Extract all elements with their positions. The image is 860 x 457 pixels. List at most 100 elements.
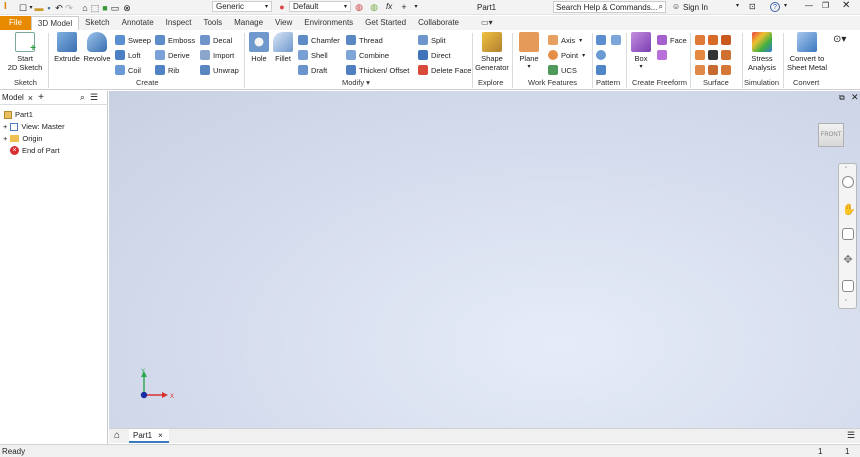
tab-manage[interactable]: Manage bbox=[228, 16, 269, 30]
zoom-icon[interactable] bbox=[842, 228, 854, 240]
ucs-button[interactable]: UCS bbox=[548, 63, 577, 77]
shape-generator-button[interactable]: Shape Generator bbox=[474, 32, 510, 72]
sweep-button[interactable]: Sweep bbox=[115, 33, 151, 47]
tab-sketch[interactable]: Sketch bbox=[79, 16, 115, 30]
help-search-box[interactable]: Search Help & Commands... ⌕ bbox=[553, 1, 666, 13]
app-logo[interactable]: I bbox=[4, 1, 7, 12]
repair-icon[interactable] bbox=[721, 65, 731, 75]
clear-appearance-icon[interactable]: ◍ bbox=[354, 2, 364, 12]
tree-item-end-of-part[interactable]: × End of Part bbox=[10, 145, 60, 156]
home-icon[interactable]: ⌂ bbox=[80, 3, 90, 13]
tab-get-started[interactable]: Get Started bbox=[359, 16, 412, 30]
unwrap-button[interactable]: Unwrap bbox=[200, 63, 239, 77]
rib-button[interactable]: Rib bbox=[155, 63, 179, 77]
circular-pattern-button[interactable] bbox=[596, 48, 609, 62]
sign-in-button[interactable]: Sign In bbox=[683, 3, 708, 12]
tab-annotate[interactable]: Annotate bbox=[116, 16, 160, 30]
pan-icon[interactable]: ✋ bbox=[842, 204, 856, 216]
redo-icon[interactable]: ↷ bbox=[64, 3, 74, 13]
customize-icon[interactable]: ▾ bbox=[411, 2, 421, 12]
emboss-button[interactable]: Emboss bbox=[155, 33, 195, 47]
decal-button[interactable]: Decal bbox=[200, 33, 232, 47]
viewcube[interactable]: FRONT bbox=[818, 123, 844, 147]
ribbon-options-icon[interactable]: ▭▾ bbox=[465, 16, 499, 30]
undo-icon[interactable]: ↶ bbox=[54, 3, 64, 13]
add-icon[interactable]: + bbox=[399, 2, 409, 12]
close-icon[interactable]: × bbox=[28, 93, 33, 103]
help-chevron-icon[interactable]: ▾ bbox=[784, 2, 787, 9]
minimize-icon[interactable]: — bbox=[805, 1, 813, 10]
axis-button[interactable]: Axis ▾ bbox=[548, 33, 582, 47]
loft-button[interactable]: Loft bbox=[115, 48, 141, 62]
hole-button[interactable]: Hole bbox=[248, 32, 270, 63]
combine-button[interactable]: Combine bbox=[346, 48, 389, 62]
revolve-button[interactable]: Revolve bbox=[82, 32, 112, 63]
shell-button[interactable]: Shell bbox=[298, 48, 328, 62]
menu-icon[interactable]: ☰ bbox=[90, 92, 98, 103]
cart-icon[interactable]: ⊡ bbox=[749, 2, 756, 11]
trim-icon[interactable] bbox=[708, 50, 718, 60]
extrude-button[interactable]: Extrude bbox=[53, 32, 81, 63]
stress-analysis-button[interactable]: Stress Analysis bbox=[745, 32, 779, 72]
tab-file[interactable]: File bbox=[0, 16, 31, 30]
sculpt-icon[interactable] bbox=[695, 50, 705, 60]
sign-in-chevron-icon[interactable]: ▾ bbox=[736, 2, 739, 9]
tab-tools[interactable]: Tools bbox=[197, 16, 228, 30]
parameters-icon[interactable]: fx bbox=[386, 2, 392, 11]
import-button[interactable]: Import bbox=[200, 48, 234, 62]
group-modify-label[interactable]: Modify ▾ bbox=[342, 78, 370, 87]
home-icon[interactable]: ⌂ bbox=[114, 430, 120, 441]
tab-view[interactable]: View bbox=[269, 16, 298, 30]
steering-wheel-icon[interactable] bbox=[842, 176, 854, 188]
expand-icon[interactable]: + bbox=[3, 134, 7, 143]
graphics-window[interactable]: ⧉ ✕ FRONT ◦ ✋ ✥ ◦ Y X bbox=[109, 91, 860, 428]
stitch-icon[interactable] bbox=[695, 35, 705, 45]
save-icon[interactable]: ▪ bbox=[44, 3, 54, 13]
material-dropdown[interactable]: Generic ▾ bbox=[212, 1, 272, 12]
close-window-icon[interactable]: ✕ bbox=[851, 92, 859, 103]
tab-collaborate[interactable]: Collaborate bbox=[412, 16, 465, 30]
print-icon[interactable]: ▭ bbox=[110, 3, 120, 13]
tree-item-part[interactable]: Part1 bbox=[4, 109, 33, 120]
add-tab-icon[interactable]: + bbox=[38, 92, 44, 103]
chamfer-button[interactable]: Chamfer bbox=[298, 33, 340, 47]
freeform-box-button[interactable]: Box ▾ bbox=[630, 32, 652, 72]
restore-window-icon[interactable]: ⧉ bbox=[839, 93, 845, 103]
derive-button[interactable]: Derive bbox=[155, 48, 190, 62]
split-button[interactable]: Split bbox=[418, 33, 446, 47]
fillet-button[interactable]: Fillet bbox=[272, 32, 294, 63]
tab-environments[interactable]: Environments bbox=[298, 16, 359, 30]
plane-button[interactable]: Plane ▾ bbox=[516, 32, 542, 72]
search-icon[interactable]: ⌕ bbox=[80, 92, 85, 103]
orbit-icon[interactable]: ✥ bbox=[842, 254, 854, 266]
select-icon[interactable]: ⬚ bbox=[90, 3, 100, 13]
adjust-icon[interactable]: ◍ bbox=[369, 2, 379, 12]
help-button[interactable]: ? bbox=[770, 2, 780, 12]
sketch-pattern-button[interactable] bbox=[596, 63, 609, 77]
open-folder-icon[interactable]: ▬ bbox=[34, 3, 44, 13]
ruled-surface-icon[interactable] bbox=[721, 35, 731, 45]
start-2d-sketch-button[interactable]: + Start 2D Sketch bbox=[6, 32, 44, 72]
new-file-icon[interactable]: ☐ bbox=[18, 3, 28, 13]
thicken-offset-button[interactable]: Thicken/ Offset bbox=[346, 63, 409, 77]
tab-inspect[interactable]: Inspect bbox=[160, 16, 198, 30]
freeform-face-button[interactable]: Face bbox=[657, 33, 687, 47]
convert-to-sheet-metal-button[interactable]: Convert to Sheet Metal bbox=[786, 32, 828, 72]
user-icon[interactable]: ☺ bbox=[672, 2, 680, 11]
draft-button[interactable]: Draft bbox=[298, 63, 327, 77]
coil-button[interactable]: Coil bbox=[115, 63, 141, 77]
navbar-menu-icon[interactable]: ◦ bbox=[845, 298, 847, 304]
update-icon[interactable]: ■ bbox=[100, 3, 110, 13]
document-tab-part1[interactable]: Part1 × bbox=[129, 429, 169, 443]
delete-face-button[interactable]: Delete Face bbox=[418, 63, 471, 77]
tree-item-origin[interactable]: + Origin bbox=[3, 133, 42, 144]
expand-icon[interactable]: + bbox=[3, 122, 7, 131]
rectangular-pattern-button[interactable] bbox=[596, 33, 624, 47]
extend-icon[interactable] bbox=[721, 50, 731, 60]
look-at-icon[interactable] bbox=[842, 280, 854, 292]
mirror-icon[interactable] bbox=[611, 35, 621, 45]
replace-face-icon[interactable] bbox=[708, 65, 718, 75]
restore-icon[interactable]: ❐ bbox=[822, 1, 829, 10]
appearance-dropdown[interactable]: Default ▾ bbox=[289, 1, 351, 12]
close-icon[interactable]: ✕ bbox=[842, 0, 850, 11]
